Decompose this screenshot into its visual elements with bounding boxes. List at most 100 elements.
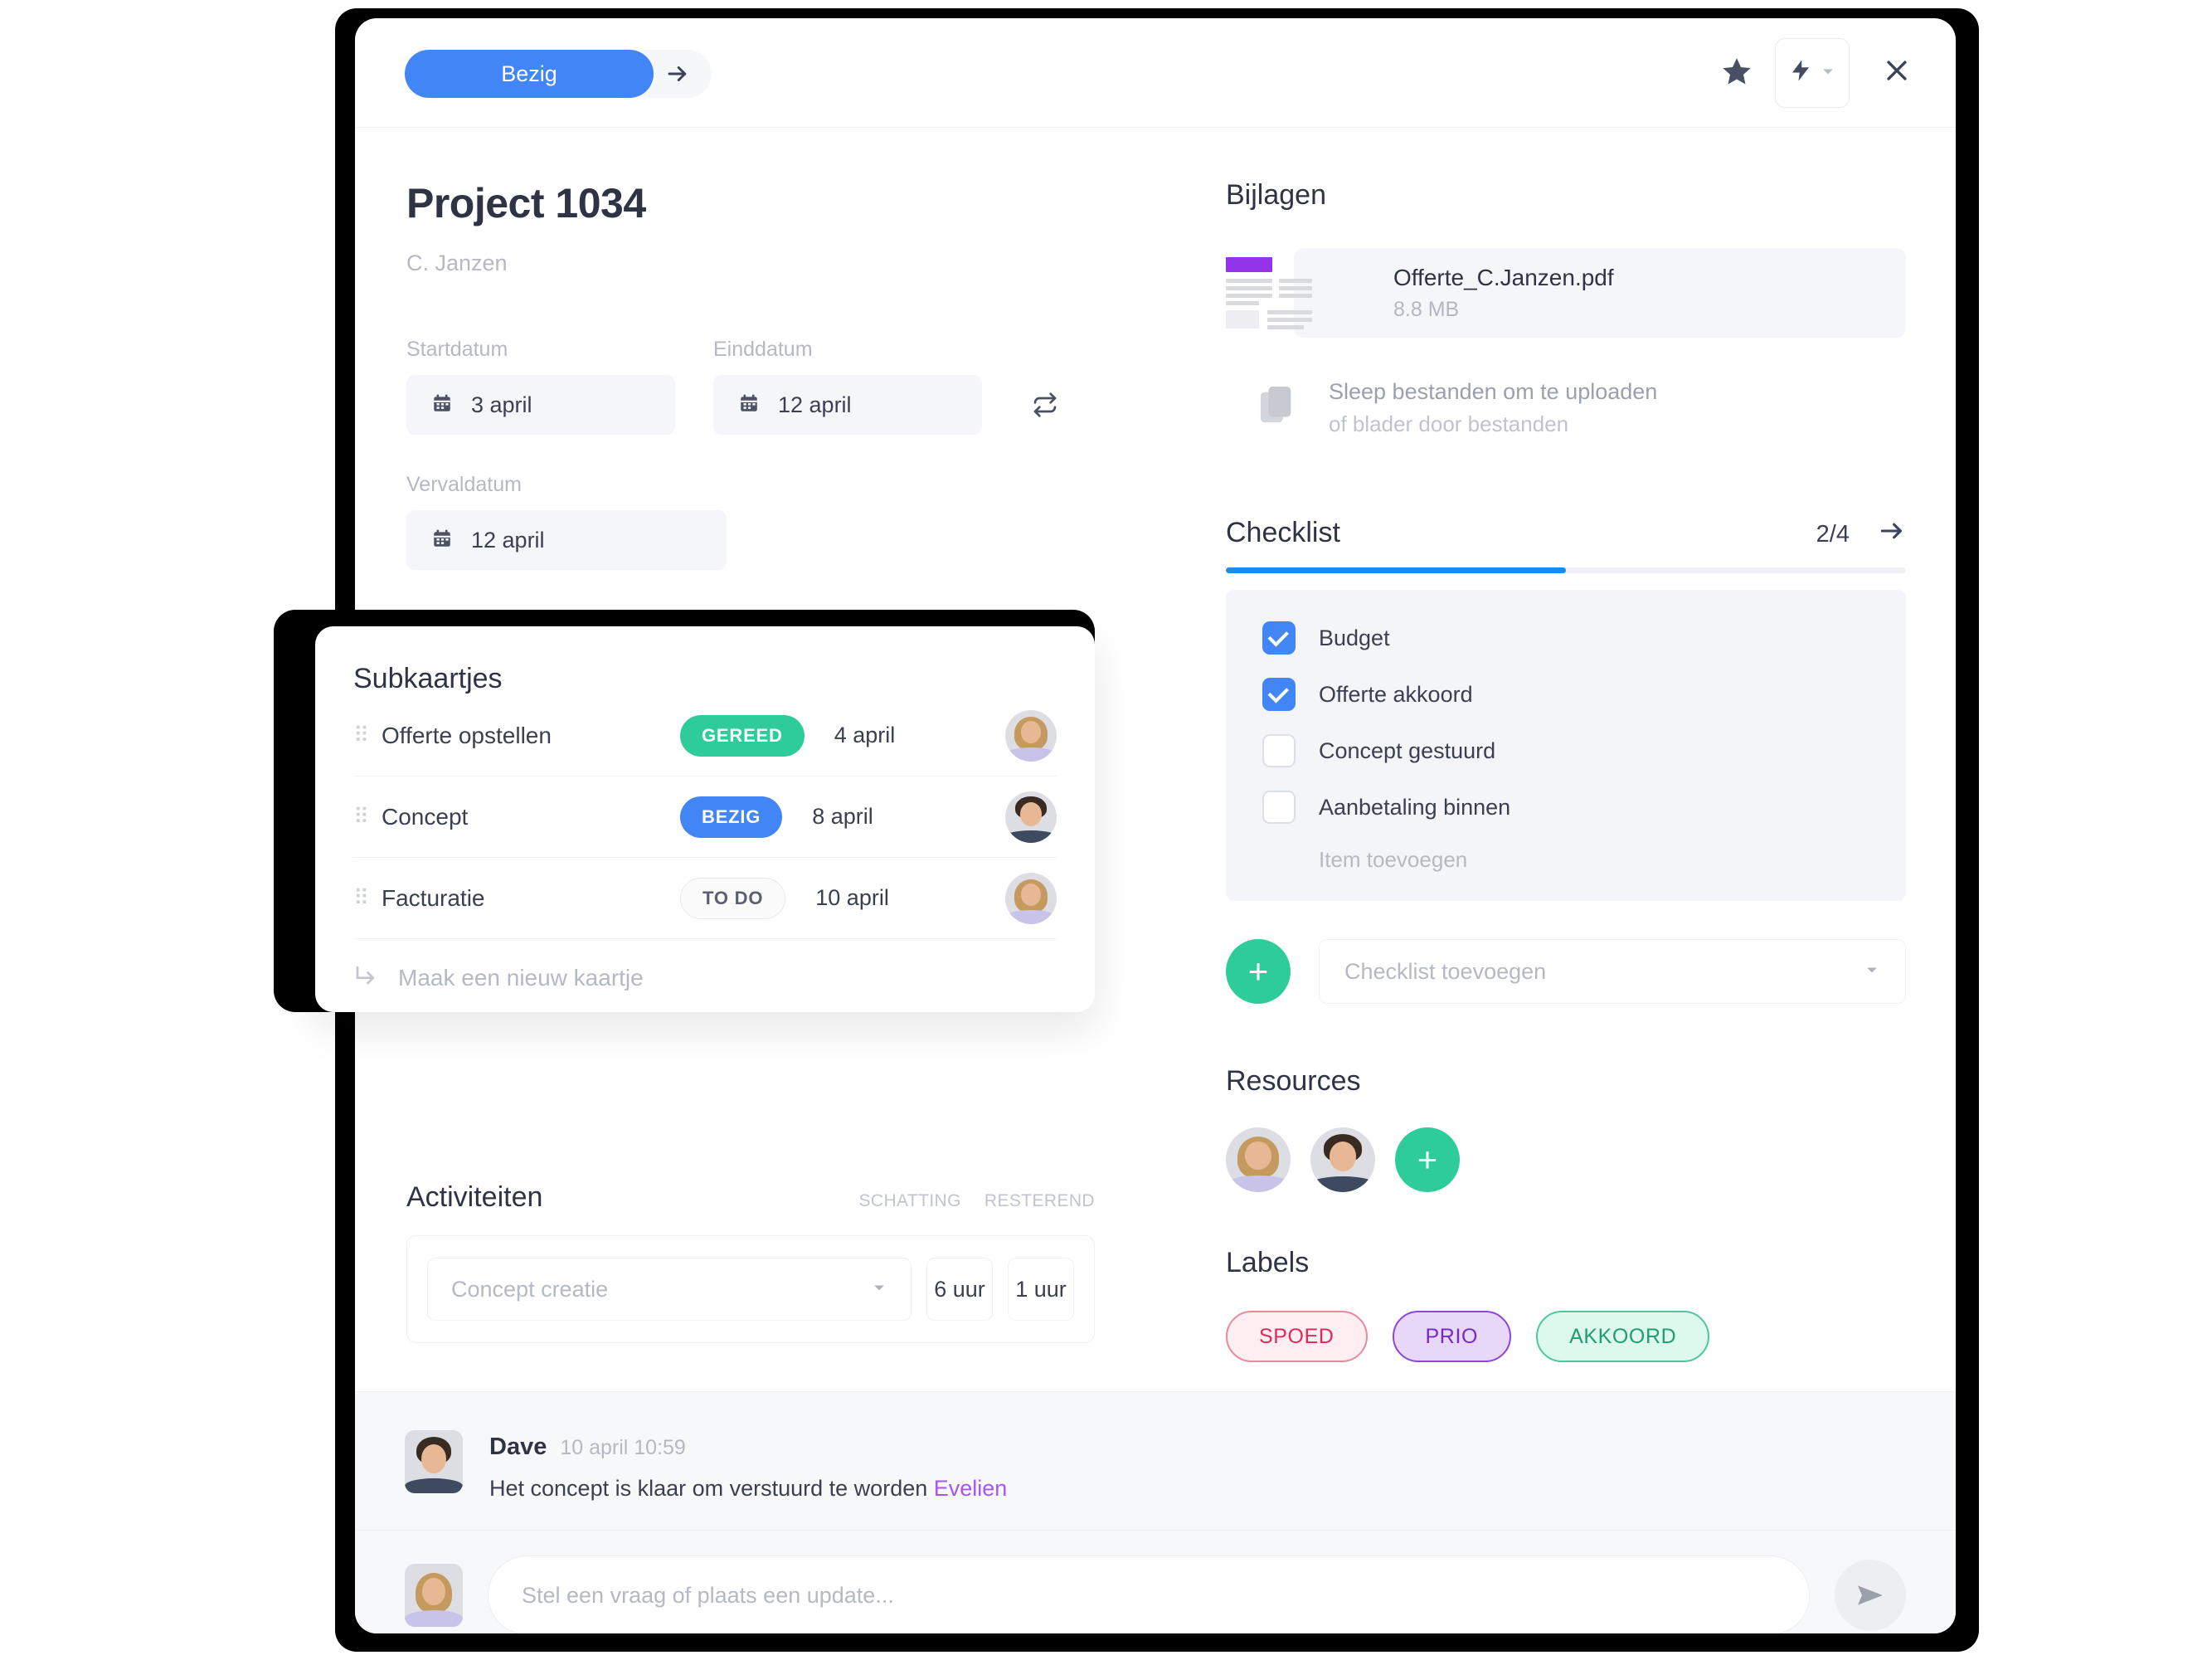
start-date-field: Startdatum 3 april: [406, 338, 675, 435]
subcard-date: 8 april: [812, 804, 873, 829]
subcard-row[interactable]: ⠿ Facturatie TO DO 10 april: [353, 858, 1057, 939]
subcard-name: Facturatie: [382, 884, 485, 911]
star-icon[interactable]: [1720, 55, 1753, 92]
checklist-header: Checklist 2/4: [1226, 517, 1906, 549]
subcard-status-chip[interactable]: BEZIG: [680, 796, 783, 838]
swap-dates-icon[interactable]: [1020, 375, 1070, 435]
checklist-title: Checklist: [1226, 517, 1340, 548]
drag-handle-icon[interactable]: ⠿: [353, 724, 382, 745]
checklist-add-select[interactable]: Checklist toevoegen: [1319, 939, 1906, 1004]
avatar[interactable]: [1005, 791, 1057, 843]
resources-title: Resources: [1226, 1065, 1361, 1097]
status-pill-label: Bezig: [501, 61, 557, 86]
avatar[interactable]: [1226, 1127, 1291, 1192]
chevron-down-icon: [871, 1279, 887, 1300]
checkbox[interactable]: [1262, 734, 1296, 767]
label-chip[interactable]: AKKOORD: [1536, 1311, 1710, 1362]
avatar: [405, 1564, 463, 1627]
drag-handle-icon[interactable]: ⠿: [353, 806, 382, 826]
status-pill-bezig[interactable]: Bezig: [405, 50, 654, 98]
start-date-value: 3 april: [471, 392, 532, 417]
comment-text: Het concept is klaar om verstuurd te wor…: [489, 1476, 1007, 1502]
activity-row: Concept creatie 6 uur 1 uur: [406, 1235, 1095, 1343]
due-date-label: Vervaldatum: [406, 473, 522, 496]
attachment-filename: Offerte_C.Janzen.pdf: [1393, 264, 1614, 290]
attachments-section: Bijlagen Offerte_C.Janzen.pdf 8.8 MB Sle…: [1226, 179, 1906, 437]
comment-body-text: Het concept is klaar om verstuurd te wor…: [489, 1476, 934, 1501]
activities-columns: SCHATTING RESTEREND: [858, 1191, 1095, 1211]
end-date-input[interactable]: 12 april: [713, 375, 982, 435]
due-date-input[interactable]: 12 april: [406, 510, 727, 570]
checklist-items: Budget Offerte akkoord Concept gestuurd Aan…: [1226, 590, 1906, 901]
plus-icon[interactable]: +: [1395, 1127, 1460, 1192]
activities-header: Activiteiten SCHATTING RESTEREND: [406, 1181, 1095, 1214]
checklist-item-label: Offerte akkoord: [1319, 681, 1473, 707]
calendar-icon: [431, 392, 453, 418]
avatar[interactable]: [1310, 1127, 1375, 1192]
close-icon[interactable]: [1871, 56, 1923, 90]
checklist-item-label: Concept gestuurd: [1319, 738, 1496, 763]
avatar[interactable]: [1005, 872, 1057, 924]
documents-icon: [1259, 386, 1297, 431]
drag-handle-icon[interactable]: ⠿: [353, 887, 382, 908]
checkbox[interactable]: [1262, 791, 1296, 824]
subcards-title: Subkaartjes: [353, 663, 503, 694]
label-chip[interactable]: PRIO: [1392, 1311, 1512, 1362]
arrow-right-icon[interactable]: [654, 50, 702, 98]
activity-estimate[interactable]: 6 uur: [926, 1258, 993, 1321]
send-icon[interactable]: [1835, 1560, 1906, 1631]
subcard-date: 4 april: [834, 723, 896, 747]
chevron-down-icon: [1820, 63, 1836, 84]
plus-icon[interactable]: +: [1226, 939, 1291, 1004]
dates-row: Startdatum 3 april Einddatum 12 april: [406, 338, 1226, 435]
comment-header: Dave 10 april 10:59: [489, 1434, 1007, 1461]
attachment-item[interactable]: Offerte_C.Janzen.pdf 8.8 MB: [1226, 248, 1906, 338]
window-header: Bezig: [355, 18, 1956, 128]
checklist-item[interactable]: Aanbetaling binnen: [1262, 791, 1869, 824]
column-remaining: RESTEREND: [984, 1191, 1095, 1210]
attachment-card[interactable]: Offerte_C.Janzen.pdf 8.8 MB: [1294, 248, 1906, 338]
comment-input[interactable]: Stel een vraag of plaats een update...: [488, 1555, 1810, 1633]
dropzone-title: Sleep bestanden om te uploaden: [1329, 379, 1658, 404]
activity-name-select[interactable]: Concept creatie: [427, 1258, 912, 1321]
return-arrow-icon: [353, 962, 378, 994]
checklist-section: Checklist 2/4 Budget Offerte akkoord Conce…: [1226, 517, 1906, 1004]
subcard-name: Concept: [382, 803, 469, 830]
start-date-input[interactable]: 3 april: [406, 375, 675, 435]
upload-dropzone[interactable]: Sleep bestanden om te uploaden of blader…: [1226, 379, 1906, 437]
start-date-label: Startdatum: [406, 338, 508, 361]
project-client: C. Janzen: [406, 251, 508, 275]
avatar[interactable]: [405, 1430, 463, 1493]
label-chip[interactable]: SPOED: [1226, 1311, 1368, 1362]
comment-item: Dave 10 april 10:59 Het concept is klaar…: [405, 1430, 1906, 1502]
checklist-item-label: Aanbetaling binnen: [1319, 794, 1511, 820]
checklist-item[interactable]: Budget: [1262, 621, 1869, 655]
checklist-add-item[interactable]: Item toevoegen: [1262, 847, 1869, 873]
dropzone-subtitle: of blader door bestanden: [1329, 411, 1569, 436]
subcard-name: Offerte opstellen: [382, 722, 552, 748]
subcard-row[interactable]: ⠿ Offerte opstellen GEREED 4 april: [353, 695, 1057, 776]
column-estimate: SCHATTING: [858, 1191, 961, 1210]
right-column: Bijlagen Offerte_C.Janzen.pdf 8.8 MB Sle…: [1226, 128, 1956, 1391]
end-date-value: 12 april: [778, 392, 852, 417]
status-switcher[interactable]: Bezig: [405, 50, 712, 98]
subcards-new-card[interactable]: Maak een nieuw kaartje: [353, 939, 1057, 1017]
checklist-item[interactable]: Offerte akkoord: [1262, 678, 1869, 711]
checklist-item[interactable]: Concept gestuurd: [1262, 734, 1869, 767]
automation-button[interactable]: [1775, 38, 1850, 108]
header-actions: [1720, 38, 1923, 108]
subcard-date: 10 april: [815, 885, 889, 910]
checkbox[interactable]: [1262, 678, 1296, 711]
avatar[interactable]: [1005, 709, 1057, 762]
comment-timestamp: 10 april 10:59: [560, 1436, 686, 1459]
activity-name-value: Concept creatie: [451, 1276, 609, 1302]
subcard-row[interactable]: ⠿ Concept BEZIG 8 april: [353, 776, 1057, 858]
activities-section: Activiteiten SCHATTING RESTEREND Concept…: [406, 1181, 1095, 1343]
subcard-status-chip[interactable]: GEREED: [680, 714, 805, 757]
subcard-status-chip[interactable]: TO DO: [680, 877, 786, 919]
checkbox[interactable]: [1262, 621, 1296, 655]
arrow-right-icon[interactable]: [1878, 520, 1906, 548]
comment-mention[interactable]: Evelien: [934, 1476, 1008, 1501]
activity-remaining[interactable]: 1 uur: [1008, 1258, 1074, 1321]
end-date-field: Einddatum 12 april: [713, 338, 982, 435]
